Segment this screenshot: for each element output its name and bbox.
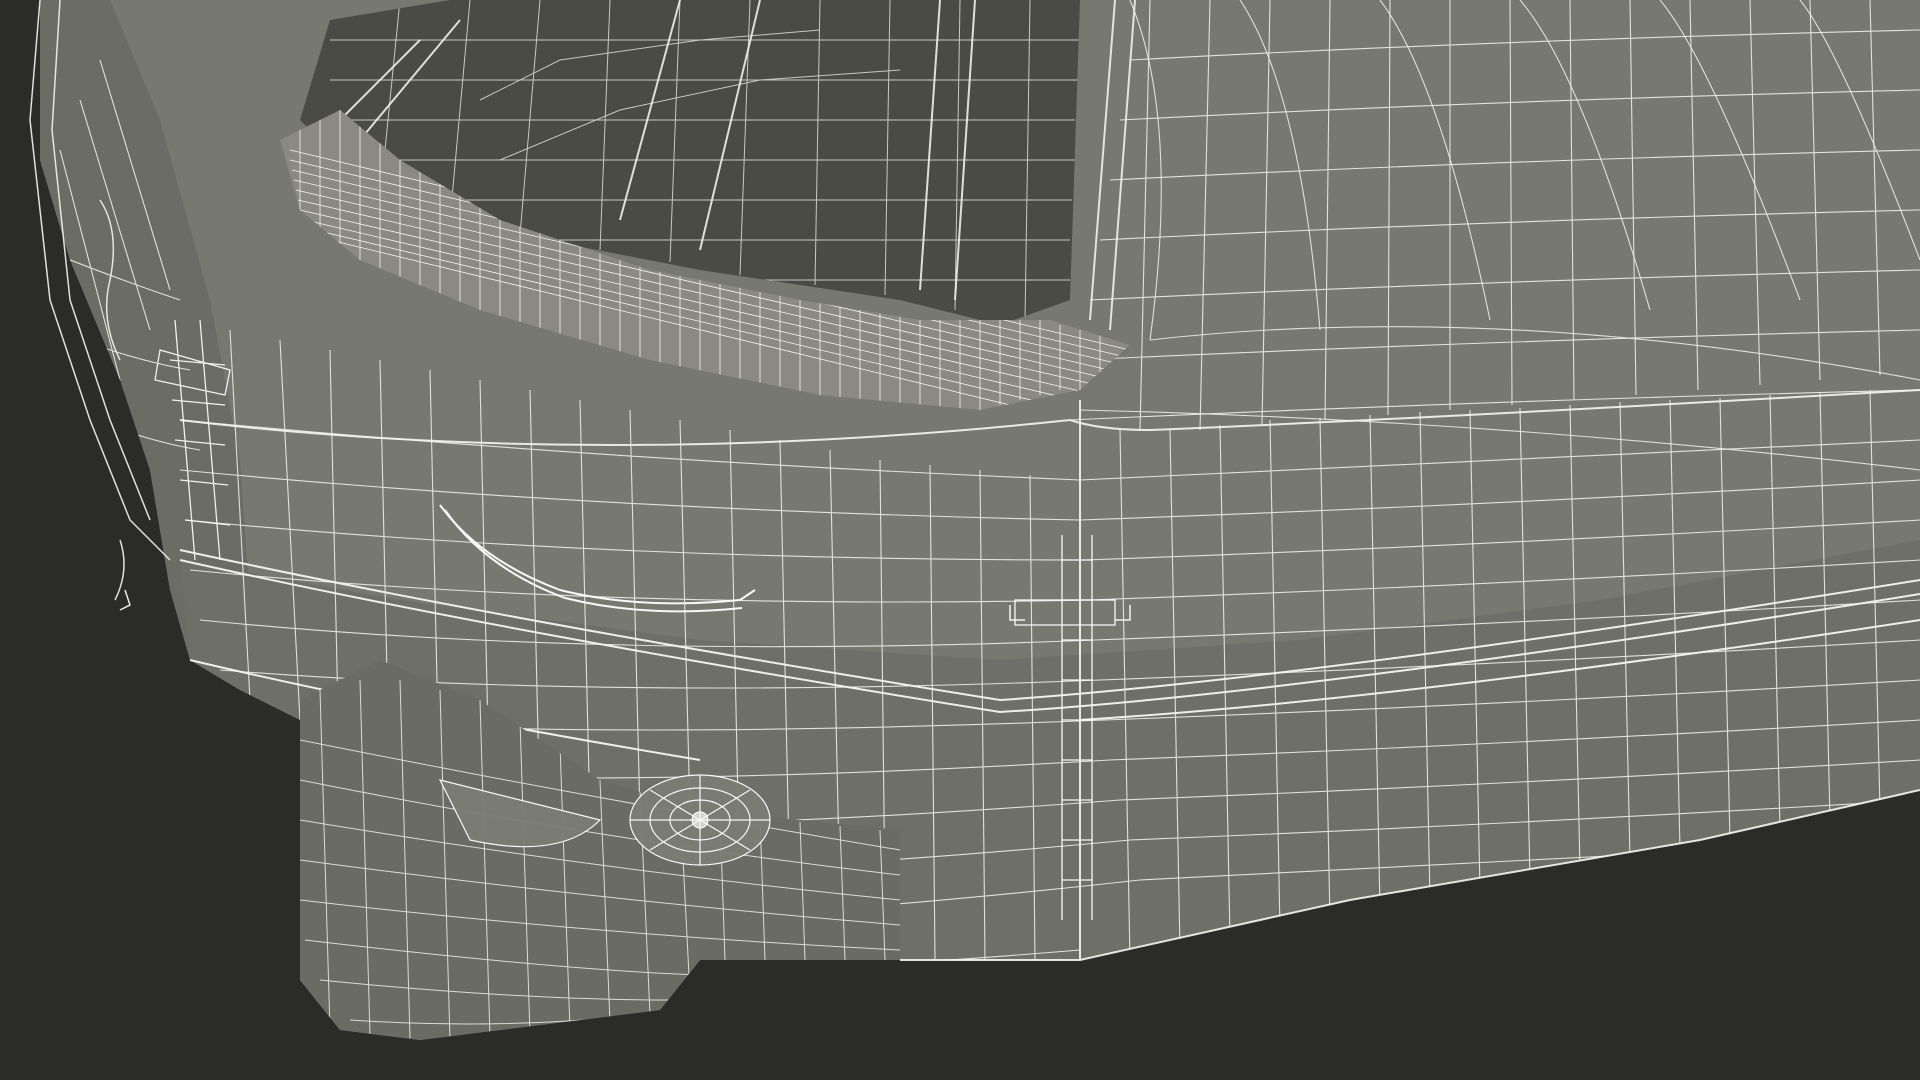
wireframe-render [29, 0, 1920, 1040]
render-viewport [0, 0, 1920, 1080]
